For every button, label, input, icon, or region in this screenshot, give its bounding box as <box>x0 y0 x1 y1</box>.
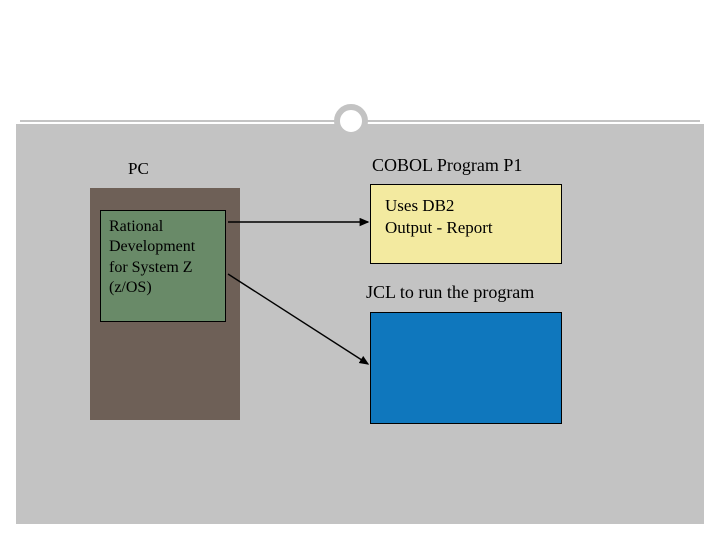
cobol-title: COBOL Program P1 <box>372 155 522 176</box>
jcl-box <box>370 312 562 424</box>
ring-icon <box>334 104 368 138</box>
slide: PC Rational Development for System Z (z/… <box>0 0 720 540</box>
cobol-program-box: Uses DB2Output - Report <box>370 184 562 264</box>
rational-dev-text: Rational Development for System Z (z/OS) <box>109 218 195 296</box>
rational-dev-box: Rational Development for System Z (z/OS) <box>100 210 226 322</box>
jcl-title: JCL to run the program <box>366 282 534 303</box>
cobol-program-text: Uses DB2Output - Report <box>385 196 493 237</box>
pc-label: PC <box>128 159 149 179</box>
